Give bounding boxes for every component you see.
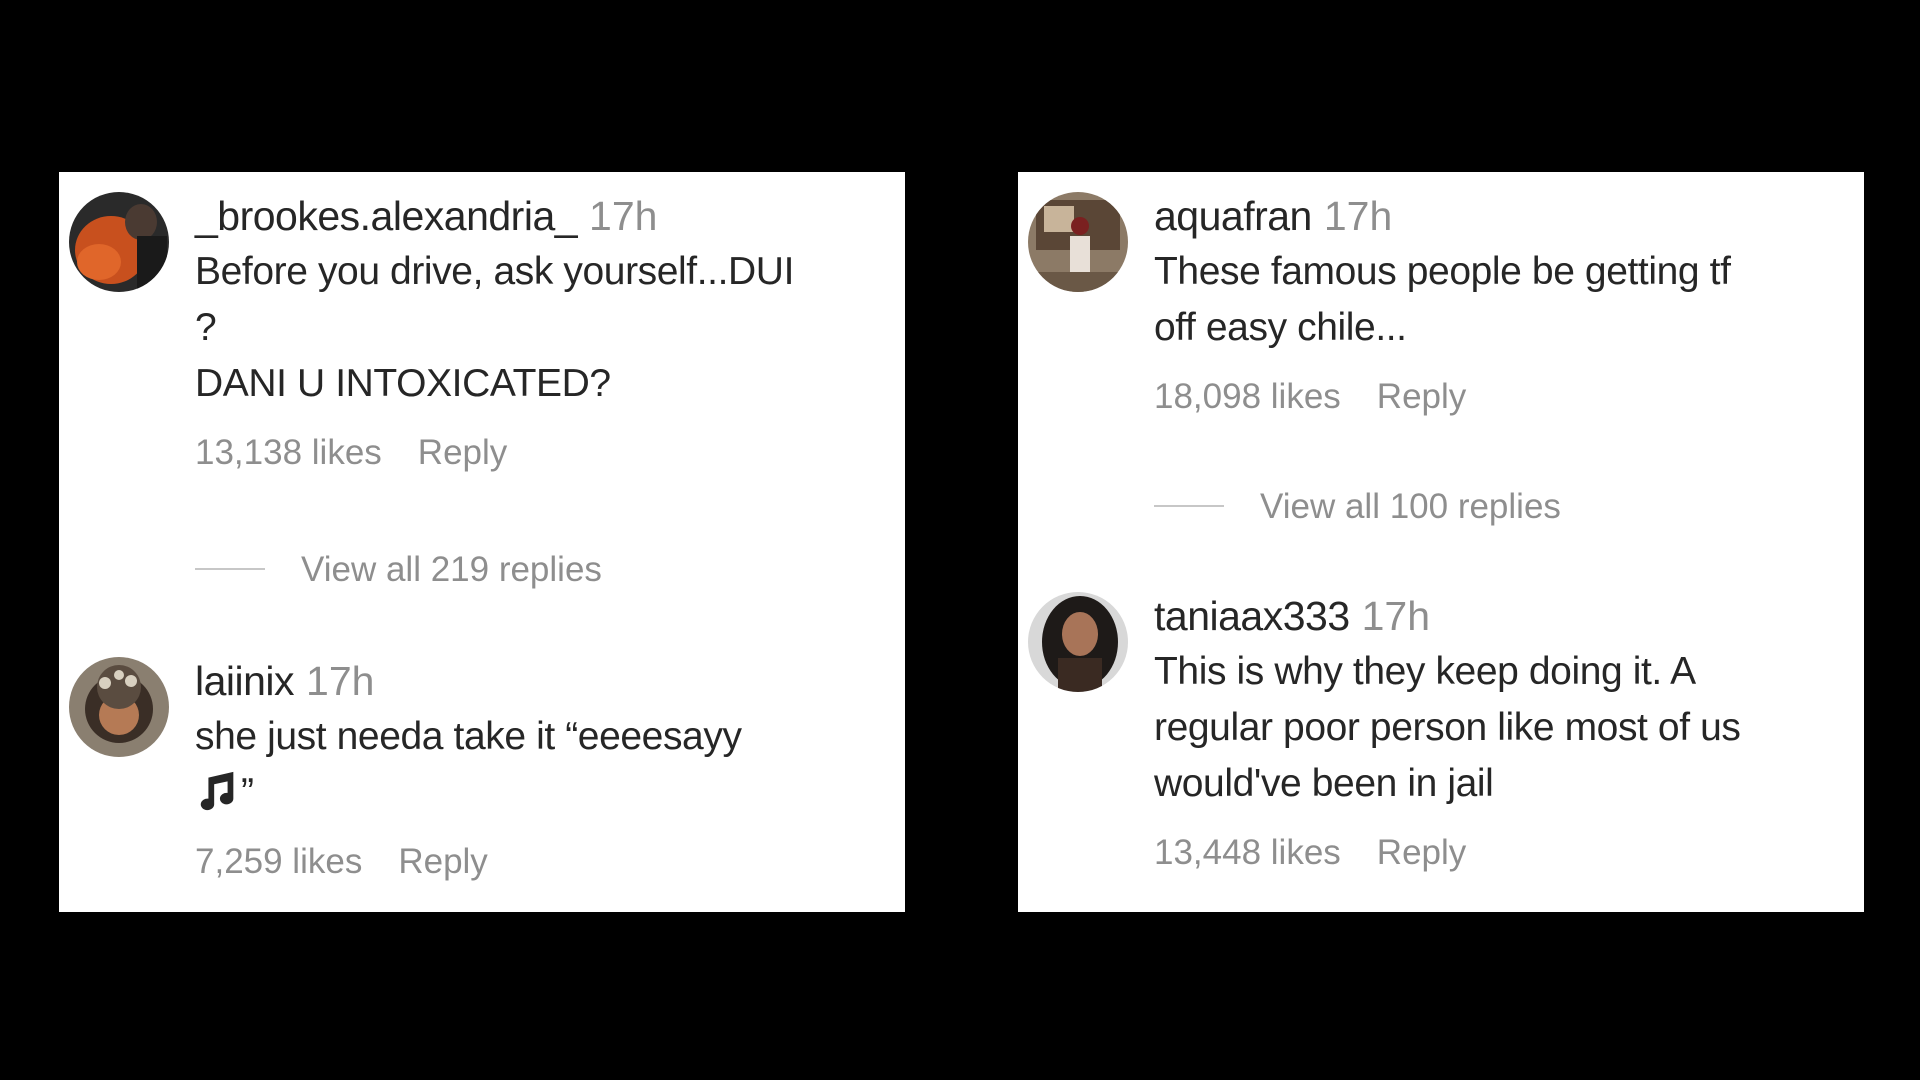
avatar[interactable] [69, 192, 169, 292]
comment-timestamp[interactable]: 17h [1362, 593, 1430, 639]
view-replies-button[interactable]: View all 219 replies [195, 545, 602, 595]
comment-text: Before you drive, ask yourself...DUI ? D… [195, 250, 795, 405]
view-replies-button[interactable]: View all 100 replies [1154, 482, 1561, 532]
comment-panel-left: _brookes.alexandria_ 17h Before you drive… [59, 172, 905, 912]
avatar-image [1028, 592, 1128, 692]
musical-notes-icon [200, 771, 234, 810]
avatar[interactable] [1028, 192, 1128, 292]
comment-likes[interactable]: 7,259 likes [195, 842, 362, 881]
avatar[interactable] [69, 657, 169, 757]
comment-username[interactable]: taniaax333 [1154, 593, 1350, 639]
avatar[interactable] [1028, 592, 1128, 692]
comment-text: she just needa take it “eeeesayy ” [195, 709, 885, 821]
reply-button[interactable]: Reply [1377, 833, 1466, 872]
comment-text-quote: ” [241, 771, 254, 814]
replies-divider-line [1154, 504, 1224, 507]
view-replies-label: View all 219 replies [301, 550, 602, 589]
avatar-image [69, 192, 169, 292]
comment-timestamp[interactable]: 17h [1324, 193, 1392, 239]
comment-username[interactable]: aquafran [1154, 193, 1312, 239]
comment-timestamp[interactable]: 17h [306, 658, 374, 704]
replies-divider-line [195, 567, 265, 570]
comment-text: This is why they keep doing it. A regula… [1154, 650, 1741, 805]
comment-username[interactable]: _brookes.alexandria_ [195, 193, 578, 239]
comment-likes[interactable]: 13,448 likes [1154, 833, 1341, 872]
comment-panel-right: aquafran 17h These famous people be getti… [1018, 172, 1864, 912]
comment-timestamp[interactable]: 17h [589, 193, 657, 239]
avatar-image [1028, 192, 1128, 292]
comment-text: These famous people be getting tf off ea… [1154, 250, 1731, 349]
reply-button[interactable]: Reply [1377, 377, 1466, 416]
view-replies-label: View all 100 replies [1260, 487, 1561, 526]
comment-text-line: she just needa take it “eeeesayy [195, 715, 742, 758]
comment-likes[interactable]: 13,138 likes [195, 433, 382, 472]
reply-button[interactable]: Reply [418, 433, 507, 472]
reply-button[interactable]: Reply [398, 842, 487, 881]
comment-likes[interactable]: 18,098 likes [1154, 377, 1341, 416]
avatar-image [69, 657, 169, 757]
comment-username[interactable]: laiinix [195, 658, 295, 704]
